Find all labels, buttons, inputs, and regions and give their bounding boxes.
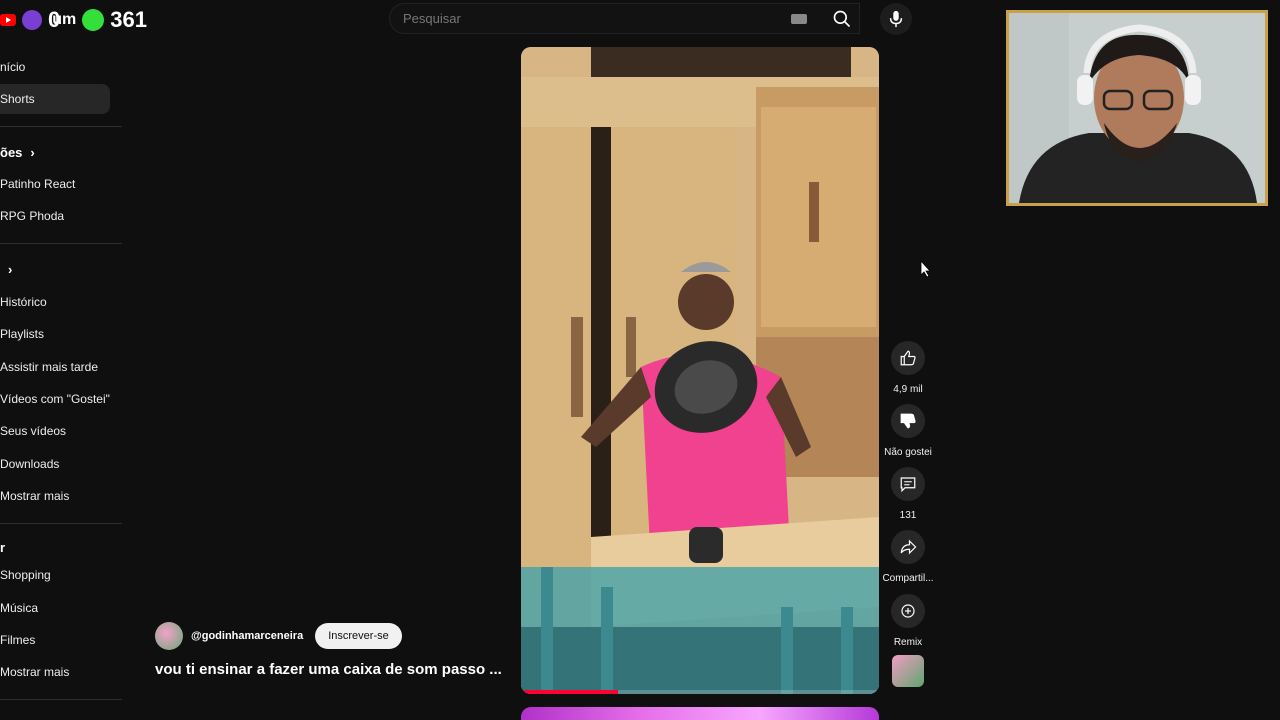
remix-icon (901, 604, 915, 618)
sidebar-item-history[interactable]: Histórico (0, 287, 110, 317)
dislike-button[interactable] (891, 404, 925, 438)
sidebar-section-subscriptions[interactable]: ões › (0, 145, 35, 160)
sidebar-divider (0, 523, 122, 524)
youtube-logo-icon (0, 14, 16, 26)
thumbs-up-icon (900, 350, 916, 366)
video-caption[interactable]: vou ti ensinar a fazer uma caixa de som … (155, 661, 505, 678)
share-button[interactable] (891, 530, 925, 564)
sidebar-divider (0, 699, 122, 700)
sidebar-divider (0, 243, 122, 244)
subscribe-button[interactable]: Inscrever-se (315, 623, 402, 649)
remix-action: Remix (884, 594, 932, 648)
counter-label: um (52, 11, 77, 28)
sidebar-section-explore: r (0, 540, 6, 555)
streamer-webcam (1006, 10, 1268, 206)
sidebar-item-music[interactable]: Música (0, 593, 110, 623)
green-dot-icon (82, 9, 105, 31)
sidebar-divider (0, 126, 122, 127)
share-icon (900, 539, 917, 555)
counter-right: 361 (110, 7, 147, 32)
sidebar-item-liked-videos[interactable]: Vídeos com "Gostei" (0, 384, 110, 414)
sidebar-item-patinho-react[interactable]: Patinho React (0, 169, 110, 199)
sidebar-item-your-videos[interactable]: Seus vídeos (0, 416, 110, 446)
comments-action: 131 (884, 467, 932, 521)
mouse-cursor-icon (920, 260, 931, 278)
sidebar-item-rpg-phoda[interactable]: RPG Phoda (0, 201, 110, 231)
chevron-right-icon: › (30, 145, 35, 160)
sidebar-item-shopping[interactable]: Shopping (0, 560, 110, 590)
thumbs-down-icon (900, 413, 916, 429)
sidebar-section-you[interactable]: › (0, 262, 12, 277)
keyboard-icon[interactable] (791, 14, 807, 24)
search-icon (833, 10, 851, 27)
video-progress-bar[interactable] (521, 690, 879, 694)
stream-overlay-counters: 0 um 361 (0, 6, 147, 34)
video-progress-fill (521, 690, 618, 694)
search-box (389, 3, 860, 34)
next-short-preview[interactable] (521, 707, 879, 720)
comments-count: 131 (899, 510, 917, 521)
shorts-video-player[interactable] (521, 47, 879, 694)
sidebar: nício Shorts ões › Patinho React RPG Phod… (0, 50, 122, 720)
remix-label: Remix (893, 637, 923, 648)
sidebar-item-show-more[interactable]: Mostrar mais (0, 481, 110, 511)
sidebar-item-shorts[interactable]: Shorts (0, 84, 110, 114)
sidebar-item-downloads[interactable]: Downloads (0, 449, 110, 479)
video-frame-image (521, 47, 879, 694)
channel-avatar[interactable] (155, 622, 183, 650)
search-input[interactable] (403, 11, 783, 26)
sidebar-item-playlists[interactable]: Playlists (0, 319, 110, 349)
comment-icon (900, 477, 916, 493)
chevron-right-icon: › (8, 262, 13, 277)
like-button[interactable] (891, 341, 925, 375)
remix-button[interactable] (891, 594, 925, 628)
dislike-label: Não gostei (884, 447, 932, 458)
search-button[interactable] (824, 3, 860, 34)
voice-search-button[interactable] (880, 3, 912, 35)
share-action: Compartil... (882, 530, 934, 584)
sidebar-item-home[interactable]: nício (0, 52, 110, 82)
webcam-image (1009, 13, 1265, 203)
audio-source-thumbnail[interactable] (892, 655, 924, 687)
sidebar-item-show-more-2[interactable]: Mostrar mais (0, 657, 110, 687)
like-count: 4,9 mil (893, 384, 923, 395)
channel-row: @godinhamarceneira Inscrever-se (155, 622, 402, 650)
purple-dot-icon (22, 10, 42, 30)
sidebar-item-watch-later[interactable]: Assistir mais tarde (0, 352, 110, 382)
share-label: Compartil... (882, 573, 934, 584)
dislike-action: Não gostei (884, 404, 932, 458)
microphone-icon (889, 10, 903, 28)
channel-handle[interactable]: @godinhamarceneira (191, 630, 303, 642)
comments-button[interactable] (891, 467, 925, 501)
sidebar-item-movies[interactable]: Filmes (0, 625, 110, 655)
like-action: 4,9 mil (884, 341, 932, 395)
